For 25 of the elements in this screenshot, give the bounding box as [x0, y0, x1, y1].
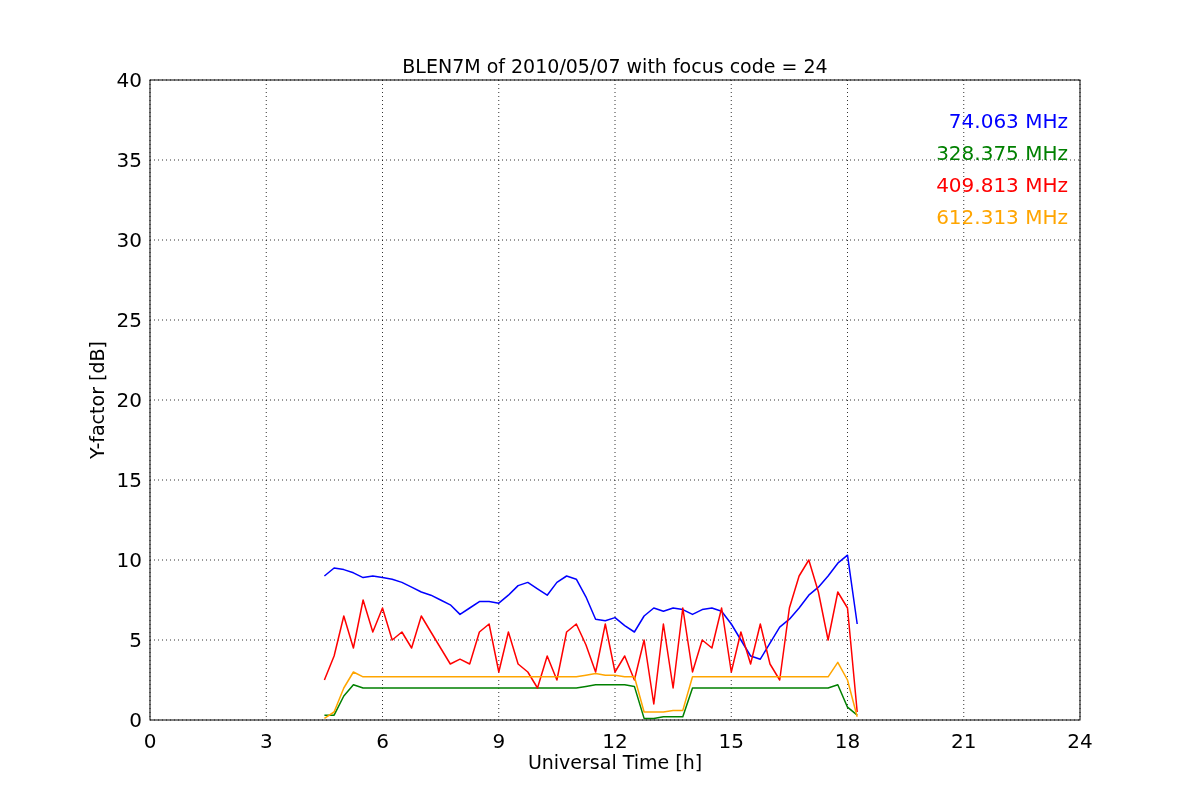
x-tick-label: 15 [718, 729, 744, 753]
legend-label: 612.313 MHz [936, 205, 1068, 229]
x-axis-label: Universal Time [h] [527, 751, 703, 773]
y-axis-label: Y-factor [dB] [86, 341, 108, 459]
x-tick-label: 0 [143, 729, 157, 753]
y-tick-label: 25 [116, 308, 142, 332]
y-tick-label: 10 [116, 548, 142, 572]
x-tick-label: 24 [1067, 729, 1093, 753]
legend-label: 74.063 MHz [948, 109, 1068, 133]
x-tick-label: 21 [951, 729, 977, 753]
y-tick-label: 30 [116, 228, 142, 252]
legend-label: 328.375 MHz [936, 141, 1068, 165]
x-tick-label: 9 [492, 729, 506, 753]
x-tick-label: 6 [376, 729, 389, 753]
y-tick-label: 15 [116, 468, 142, 492]
y-tick-label: 35 [116, 148, 142, 172]
y-tick-label: 20 [116, 388, 142, 412]
x-tick-label: 12 [602, 729, 628, 753]
y-tick-label: 40 [116, 68, 142, 92]
x-tick-label: 18 [834, 729, 861, 753]
y-tick-label: 0 [129, 708, 142, 732]
legend-label: 409.813 MHz [936, 173, 1068, 197]
chart-title: BLEN7M of 2010/05/07 with focus code = 24 [402, 55, 828, 77]
y-tick-label: 5 [129, 628, 142, 652]
x-tick-label: 3 [259, 729, 273, 753]
